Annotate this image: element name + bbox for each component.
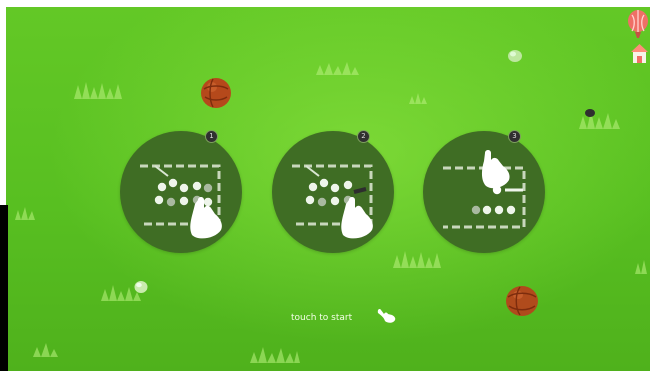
house-icon[interactable]	[629, 42, 650, 66]
step-number-badge: 3	[508, 130, 521, 143]
left-edge-bar	[0, 205, 8, 371]
stone-icon	[133, 279, 149, 295]
ball-icon	[504, 284, 540, 318]
step-number-badge: 1	[205, 130, 218, 143]
game-field[interactable]: 1 2 3 touch to start	[6, 7, 650, 371]
tutorial-step-3[interactable]: 3	[423, 130, 545, 253]
tutorial-step-2[interactable]: 2	[272, 130, 394, 253]
grass-icon	[32, 341, 62, 359]
grass-icon	[248, 343, 302, 365]
grass-icon	[314, 59, 362, 77]
start-label: touch to start	[291, 313, 353, 323]
touch-to-start-prompt[interactable]: touch to start	[291, 308, 401, 328]
stone-icon	[584, 108, 596, 118]
step-number-badge: 2	[357, 130, 370, 143]
ball-icon	[199, 76, 233, 110]
hand-pointer-icon	[375, 308, 397, 332]
tutorial-step-1[interactable]: 1	[120, 130, 242, 253]
balloon-icon[interactable]	[625, 9, 650, 41]
grass-icon	[14, 205, 38, 221]
grass-icon	[634, 257, 650, 275]
stone-icon	[507, 49, 523, 63]
game-screen: 1 2 3 touch to start	[0, 0, 652, 371]
grass-icon	[72, 77, 126, 101]
grass-icon	[408, 91, 428, 105]
